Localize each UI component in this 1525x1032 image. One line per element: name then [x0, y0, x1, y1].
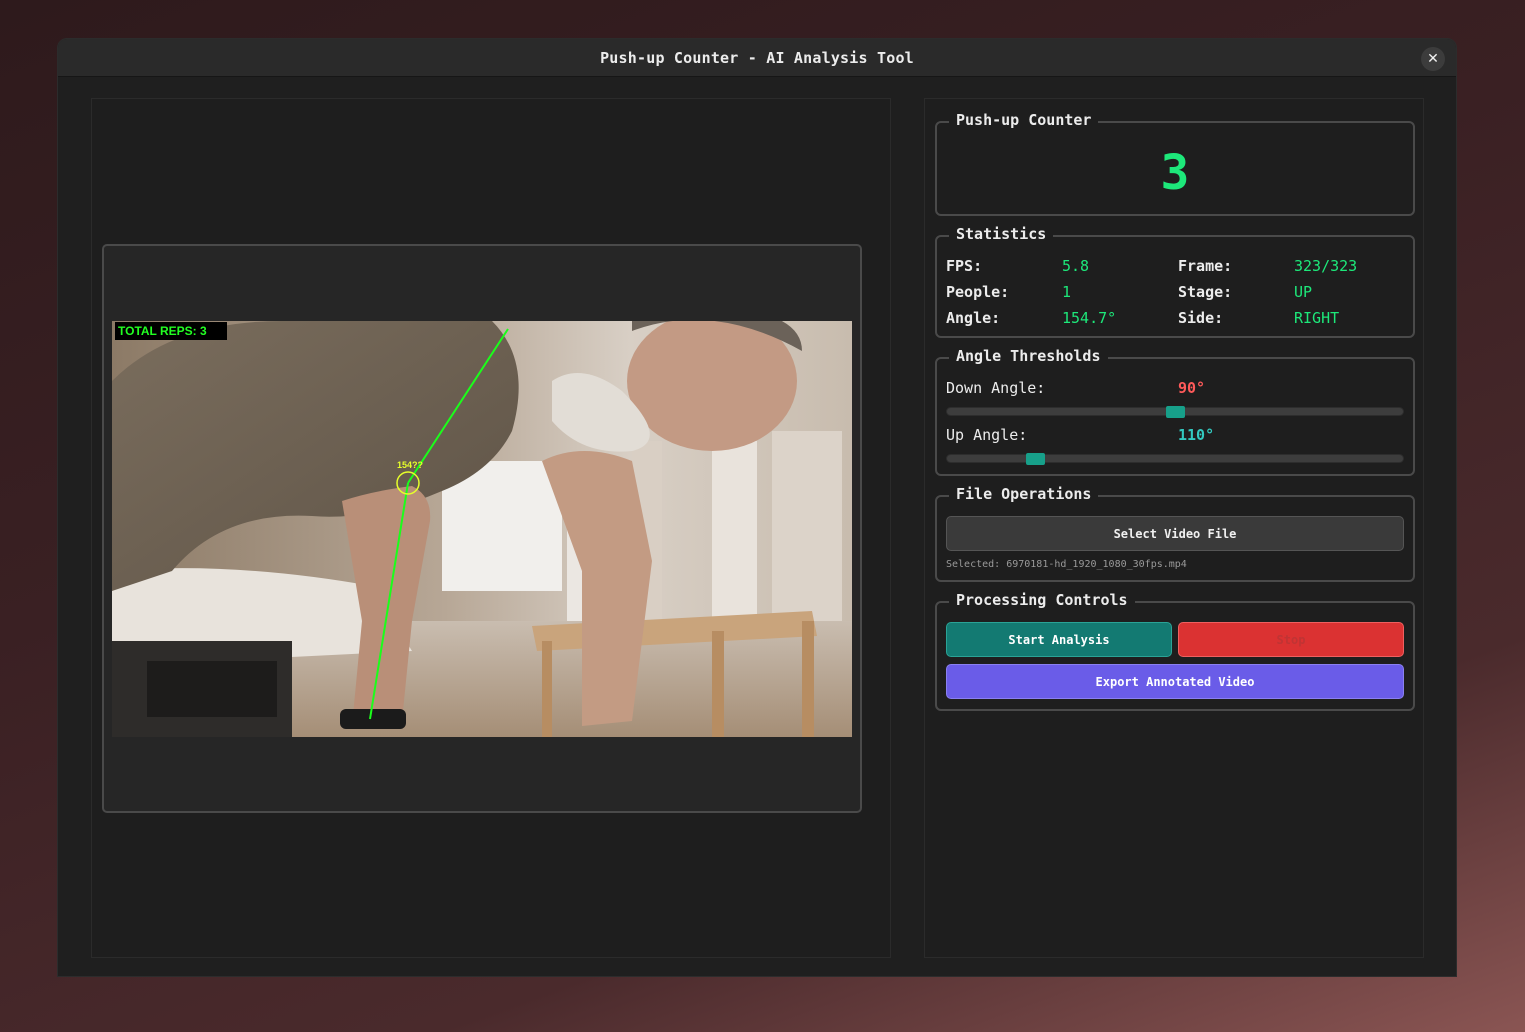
angle-thresholds-title: Angle Thresholds	[949, 347, 1108, 365]
down-angle-slider-handle[interactable]	[1165, 406, 1185, 418]
people-label: People:	[946, 283, 1010, 301]
file-operations-title: File Operations	[949, 485, 1099, 503]
frame-value: 323/323	[1294, 257, 1358, 275]
counter-group: Push-up Counter 3	[935, 111, 1415, 216]
angle-label: Angle:	[946, 309, 1001, 327]
video-display: TOTAL REPS: 3 154??	[102, 244, 862, 813]
people-value: 1	[1062, 283, 1072, 301]
fps-label: FPS:	[946, 257, 983, 275]
selected-file-text: Selected: 6970181-hd_1920_1080_30fps.mp4	[946, 559, 1187, 570]
stage-label: Stage:	[1178, 283, 1233, 301]
side-value: RIGHT	[1294, 309, 1340, 327]
down-angle-value: 90°	[1178, 379, 1206, 397]
angle-overlay: 154??	[397, 460, 424, 470]
pushup-scene-image	[112, 321, 852, 737]
processing-controls-group: Processing Controls Start Analysis Stop …	[935, 591, 1415, 711]
side-label: Side:	[1178, 309, 1224, 327]
file-operations-group: File Operations Select Video File Select…	[935, 485, 1415, 582]
close-icon[interactable]: ✕	[1421, 47, 1445, 71]
up-angle-slider[interactable]	[946, 453, 1404, 465]
total-reps-overlay: TOTAL REPS: 3	[115, 322, 227, 340]
export-annotated-video-button[interactable]: Export Annotated Video	[946, 664, 1404, 699]
frame-label: Frame:	[1178, 257, 1233, 275]
stop-button[interactable]: Stop	[1178, 622, 1404, 657]
counter-group-title: Push-up Counter	[949, 111, 1099, 129]
select-video-file-button[interactable]: Select Video File	[946, 516, 1404, 551]
angle-thresholds-group: Angle Thresholds Down Angle: 90° Up Angl…	[935, 347, 1415, 476]
up-angle-slider-handle[interactable]	[1025, 453, 1045, 465]
processing-controls-title: Processing Controls	[949, 591, 1135, 609]
up-angle-label: Up Angle:	[946, 426, 1028, 444]
down-angle-label: Down Angle:	[946, 379, 1046, 397]
fps-value: 5.8	[1062, 257, 1090, 275]
statistics-group: Statistics FPS: 5.8 Frame: 323/323 Peopl…	[935, 225, 1415, 338]
angle-value: 154.7°	[1062, 309, 1117, 327]
window-title: Push-up Counter - AI Analysis Tool	[600, 48, 914, 67]
stage-value: UP	[1294, 283, 1313, 301]
up-angle-value: 110°	[1178, 426, 1215, 444]
app-window: Push-up Counter - AI Analysis Tool ✕ TOT…	[57, 38, 1457, 977]
video-panel: TOTAL REPS: 3 154??	[91, 98, 891, 958]
down-angle-slider[interactable]	[946, 406, 1404, 418]
start-analysis-button[interactable]: Start Analysis	[946, 622, 1172, 657]
rep-count: 3	[1160, 145, 1190, 201]
statistics-group-title: Statistics	[949, 225, 1054, 243]
video-frame-image: TOTAL REPS: 3 154??	[112, 321, 852, 737]
title-bar: Push-up Counter - AI Analysis Tool ✕	[58, 39, 1456, 77]
control-panel: Push-up Counter 3 Statistics FPS: 5.8 Fr…	[924, 98, 1424, 958]
